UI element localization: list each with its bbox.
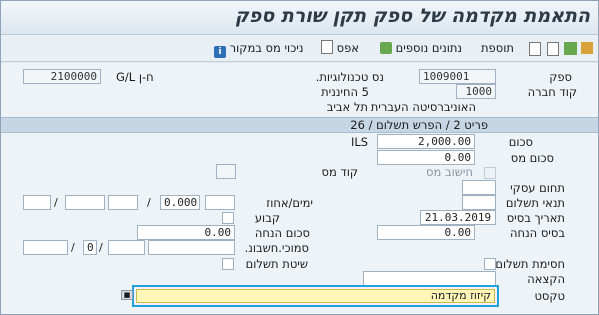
invoice-ref-field-1[interactable] [148,240,235,255]
reset-label: אפס [336,41,359,55]
currency-text: ILS [351,135,369,149]
business-area-label: תחום עסקי [510,181,565,195]
sap-window: התאמת מקדמה של ספק תקן שורת ספק ניכוי מס… [0,0,599,315]
discount-amount-label: סכום הנחה [254,226,310,240]
invoice-ref-field-2[interactable] [108,240,145,255]
separator-slash: / [71,241,75,254]
addition-button[interactable]: תוספת [481,40,514,56]
company-code-field[interactable]: 1000 [456,84,496,99]
discount-percent-field[interactable]: 0.000 [160,195,200,210]
street-text: 5 החיננית [321,85,369,99]
separator-slash: / [54,196,58,209]
discount-percent-field-2[interactable] [65,195,105,210]
payment-terms-label: תנאי תשלום [505,196,565,210]
amount-label: סכום [508,135,533,149]
baseline-date-label: תאריך בסיס [506,211,565,225]
new-document-icon[interactable] [547,42,559,56]
discount-amount-field[interactable]: 0.00 [137,225,235,240]
payment-terms-field[interactable] [462,195,496,210]
fixed-checkbox[interactable] [222,212,234,224]
tree-icon[interactable] [564,42,577,55]
item-bar-text: פריט 2 / הפרש תשלום / 26 [350,118,488,132]
title-bar: התאמת מקדמה של ספק תקן שורת ספק [1,1,598,35]
vendor-field[interactable]: 1009001 [419,69,496,84]
university-text: האוניברסיטה העברית [370,100,476,114]
payment-block-label: חסימת תשלום [495,257,565,271]
invoice-ref-year-field[interactable] [23,240,68,255]
document-icon [321,40,333,54]
screen-title: התאמת מקדמה של ספק תקן שורת ספק [234,5,590,27]
application-toolbar: ניכוי מס במקור i אפס נתונים נוספים תוספת [1,35,598,62]
additional-data-label: נתונים נוספים [395,41,463,55]
long-text-button[interactable]: ■ [121,290,133,300]
withholding-tax-label: ניכוי מס במקור [229,41,304,55]
pencil-icon [380,42,392,54]
days-field-1[interactable] [205,195,235,210]
copy-icon[interactable] [529,42,541,56]
days-field-3[interactable] [23,195,51,210]
discount-base-label: בסיס הנחה [510,226,565,240]
company-code-label: קוד חברה [527,85,577,99]
days-field-2[interactable] [108,195,138,210]
separator-slash: / [99,241,103,254]
days-percent-label: ימים/אחוז [266,196,313,210]
payment-method-label: שיטת תשלום [245,257,308,271]
info-icon: i [214,46,226,58]
gl-label: G/L ח-ן [116,70,154,84]
assignment-label: הקצאה [527,272,565,286]
withholding-tax-button[interactable]: ניכוי מס במקור i [211,40,304,58]
additional-data-button[interactable]: נתונים נוספים [377,40,462,56]
assignment-field[interactable] [363,271,496,286]
baseline-date-field[interactable]: 21.03.2019 [420,210,496,225]
tax-code-field[interactable] [216,164,236,179]
item-bar: פריט 2 / הפרש תשלום / 26 [1,117,598,133]
person-icon[interactable] [581,42,593,54]
payment-method-field[interactable] [222,258,234,270]
text-label: טקסט [534,289,565,303]
business-area-field[interactable] [462,180,496,195]
city-text: תל אביב [326,100,368,114]
addition-label: תוספת [481,41,514,55]
fixed-label: קבוע [254,211,280,225]
tax-code-label: קוד מס [321,165,359,179]
invoice-ref-label: סמוכי.חשבונ. [244,241,309,255]
separator-slash: / [147,196,151,209]
header-section: ספק 1009001 נס טכנולוגיות. קוד חברה 1000… [1,63,598,117]
vendor-name: נס טכנולוגיות. [315,70,384,84]
tax-amount-field[interactable]: 0.00 [377,150,475,165]
discount-base-field[interactable]: 0.00 [377,225,475,240]
gl-field[interactable]: 2100000 [23,69,101,84]
calc-tax-checkbox[interactable] [484,167,496,179]
vendor-label: ספק [549,70,572,84]
payment-block-checkbox[interactable] [484,258,496,270]
invoice-ref-item-field[interactable]: 0 [83,240,97,255]
tax-amount-label: סכום מס [510,151,554,165]
text-field[interactable]: קיזוז מקדמה [136,289,495,303]
calc-tax-label: חישוב מס [426,165,473,179]
amount-field[interactable]: 2,000.00 [377,134,475,149]
reset-button[interactable]: אפס [318,40,359,56]
